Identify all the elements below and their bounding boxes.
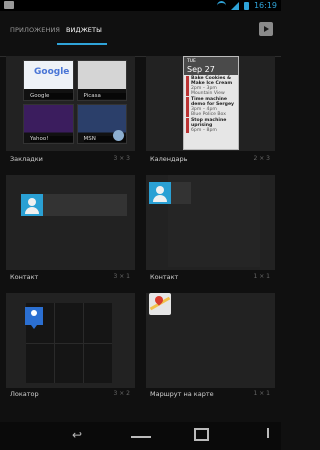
widget-size: 3 × 1 (113, 273, 130, 280)
bookmark-thumbnails: Google Google Picasa Yahoo! MSN (23, 60, 127, 144)
calendar-event: Bake Cookies & Make Ice Cream 2pm – 3pm … (186, 76, 236, 96)
widget-name: Контакт (150, 273, 179, 281)
google-logo: Google (34, 67, 70, 77)
bookmark-thumb-msn: MSN (76, 103, 127, 144)
widget-calendar[interactable]: TUE Sep 27 Bake Cookies & Make Ice Cream… (146, 56, 275, 151)
maps-icon (149, 293, 171, 315)
widget-directions[interactable] (146, 293, 275, 388)
widget-size: 3 × 3 (113, 155, 130, 162)
widget-size: 2 × 3 (253, 155, 270, 162)
store-icon[interactable] (259, 22, 273, 36)
calendar-preview: TUE Sep 27 Bake Cookies & Make Ice Cream… (183, 56, 239, 150)
widget-name: Календарь (150, 155, 188, 163)
widget-name: Закладки (10, 155, 43, 163)
tab-apps[interactable]: ПРИЛОЖЕНИЯ (10, 26, 60, 34)
widget-name: Контакт (10, 273, 39, 281)
menu-icon[interactable] (267, 428, 269, 438)
status-bar: 16:19 (0, 0, 281, 11)
widget-name: Маршрут на карте (150, 390, 214, 398)
recent-apps-icon[interactable] (194, 428, 209, 441)
widget-contact-small[interactable] (146, 175, 275, 270)
bookmark-thumb-google: Google Google (23, 60, 74, 101)
thumb-label: Yahoo! (30, 136, 73, 142)
status-right: 16:19 (216, 0, 277, 11)
contact-avatar-icon (149, 182, 171, 204)
wifi-icon (216, 1, 226, 10)
calendar-day: TUE (187, 59, 196, 64)
calendar-header: TUE Sep 27 (184, 57, 238, 75)
contact-band (171, 182, 191, 204)
widget-name: Локатор (10, 390, 39, 398)
navigation-bar: ↩ (0, 422, 281, 450)
clock: 16:19 (253, 1, 277, 10)
home-icon[interactable] (131, 428, 151, 438)
thumb-label: Google (30, 92, 73, 99)
calendar-event: Stop machine uprising 6pm – 8pm (186, 118, 236, 133)
active-tab-indicator (57, 43, 107, 45)
widget-locator[interactable] (6, 293, 135, 388)
calendar-event: Time machine demo for Sergey 3pm – 4pm B… (186, 97, 236, 117)
widget-bookmarks[interactable]: Google Google Picasa Yahoo! MSN (6, 56, 135, 151)
bookmark-thumb-yahoo: Yahoo! (23, 103, 74, 144)
widget-size: 1 × 1 (253, 273, 270, 280)
contact-avatar-icon (21, 194, 43, 216)
contact-band (43, 194, 127, 216)
battery-icon (243, 1, 249, 10)
bookmark-thumb-picasa: Picasa (76, 60, 127, 101)
location-pin-icon (25, 307, 43, 329)
calendar-date: Sep 27 (187, 65, 215, 74)
tab-bar: ПРИЛОЖЕНИЯ ВИДЖЕТЫ (0, 12, 281, 57)
widget-contact-wide[interactable] (6, 175, 135, 270)
widget-size: 1 × 1 (253, 390, 270, 397)
screenshot-icon (4, 1, 14, 9)
widget-size: 3 × 2 (113, 390, 130, 397)
tab-widgets[interactable]: ВИДЖЕТЫ (66, 26, 102, 34)
back-icon[interactable]: ↩ (72, 428, 82, 442)
thumb-label: Picasa (83, 92, 126, 99)
bookmark-star-icon (113, 130, 124, 141)
signal-icon (230, 1, 239, 10)
